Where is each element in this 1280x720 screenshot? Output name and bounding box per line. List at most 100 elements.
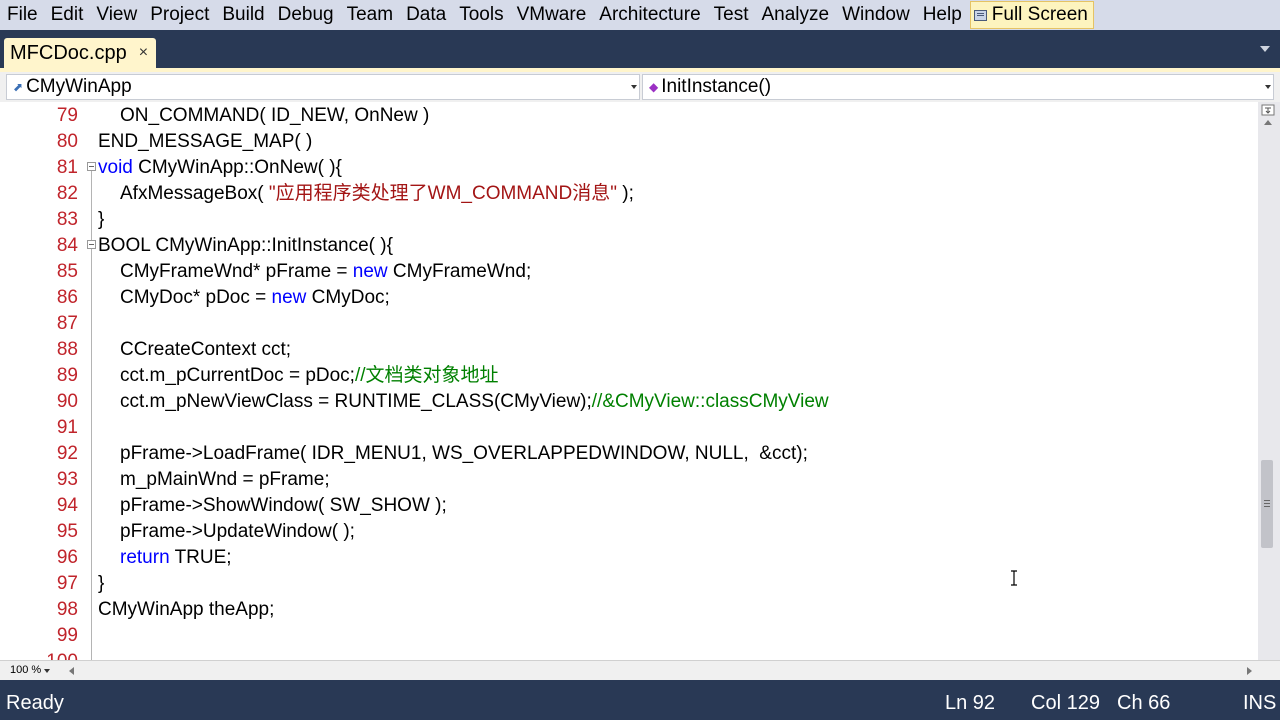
- menu-debug[interactable]: Debug: [271, 0, 340, 30]
- line-number: 95: [56, 521, 78, 542]
- code-line[interactable]: 98 CMyWinApp theApp;: [0, 597, 1258, 623]
- code-text: return TRUE;: [120, 545, 232, 571]
- code-token: m_pMainWnd = pFrame;: [120, 469, 330, 490]
- menu-analyze[interactable]: Analyze: [755, 0, 836, 30]
- code-text: pFrame->LoadFrame( IDR_MENU1, WS_OVERLAP…: [120, 441, 808, 467]
- code-line[interactable]: 82 AfxMessageBox( "应用程序类处理了WM_COMMAND消息" …: [0, 181, 1258, 207]
- menu-project[interactable]: Project: [143, 0, 215, 30]
- code-line[interactable]: 80 END_MESSAGE_MAP( ): [0, 129, 1258, 155]
- zoom-level[interactable]: 100 %: [10, 664, 41, 676]
- code-token: CMyFrameWnd* pFrame =: [120, 261, 353, 282]
- document-tab-strip: MFCDoc.cpp ×: [0, 30, 1280, 70]
- method-icon: ◆: [649, 80, 659, 94]
- member-dropdown[interactable]: ◆ InitInstance(): [642, 74, 1274, 100]
- menu-view[interactable]: View: [89, 0, 143, 30]
- code-token: TRUE;: [169, 547, 232, 568]
- code-text: AfxMessageBox( "应用程序类处理了WM_COMMAND消息" );: [120, 181, 634, 207]
- menu-file[interactable]: File: [0, 0, 44, 30]
- editor-bottom-bar: 100 %: [0, 660, 1280, 681]
- line-number: 89: [56, 365, 78, 386]
- ibeam-cursor-icon: [1011, 570, 1017, 586]
- split-handle-icon[interactable]: [1261, 104, 1275, 116]
- code-token: AfxMessageBox(: [120, 183, 269, 204]
- code-line[interactable]: 89 cct.m_pCurrentDoc = pDoc;//文档类对象地址: [0, 363, 1258, 389]
- code-text: m_pMainWnd = pFrame;: [120, 467, 330, 493]
- menu-help[interactable]: Help: [916, 0, 968, 30]
- code-text: cct.m_pNewViewClass = RUNTIME_CLASS(CMyV…: [120, 389, 829, 415]
- code-token: CMyFrameWnd;: [387, 261, 532, 282]
- status-ready: Ready: [6, 692, 64, 714]
- vertical-scroll-thumb[interactable]: [1261, 460, 1273, 548]
- menu-team[interactable]: Team: [340, 0, 399, 30]
- line-number: 80: [56, 131, 78, 152]
- menu-data[interactable]: Data: [399, 0, 452, 30]
- code-line[interactable]: 96 return TRUE;: [0, 545, 1258, 571]
- collapse-icon[interactable]: [87, 162, 96, 171]
- class-scope-value: CMyWinApp: [26, 76, 132, 97]
- code-token: }: [98, 209, 105, 230]
- menu-test[interactable]: Test: [707, 0, 755, 30]
- code-line[interactable]: 90 cct.m_pNewViewClass = RUNTIME_CLASS(CM…: [0, 389, 1258, 415]
- close-icon[interactable]: ×: [139, 44, 148, 62]
- code-token: CMyWinApp theApp;: [98, 599, 275, 620]
- document-tab-mfcdoc[interactable]: MFCDoc.cpp ×: [4, 38, 157, 68]
- class-scope-dropdown[interactable]: ⬈ CMyWinApp: [6, 74, 640, 100]
- code-token: cct.m_pCurrentDoc = pDoc;: [120, 365, 355, 386]
- status-insert-mode: INS: [1243, 692, 1277, 714]
- full-screen-button[interactable]: Full Screen: [969, 1, 1094, 29]
- zoom-dropdown-arrow-icon[interactable]: [44, 669, 50, 673]
- code-text: BOOL CMyWinApp::InitInstance( ){: [98, 233, 393, 259]
- code-line[interactable]: 99: [0, 623, 1258, 649]
- menu-tools[interactable]: Tools: [452, 0, 509, 30]
- code-line[interactable]: 86 CMyDoc* pDoc = new CMyDoc;: [0, 285, 1258, 311]
- code-token: CMyWinApp::OnNew( ){: [132, 157, 342, 178]
- keyword-token: return: [120, 547, 170, 568]
- menu-edit[interactable]: Edit: [44, 0, 90, 30]
- code-text: }: [98, 571, 104, 597]
- code-line[interactable]: 93 m_pMainWnd = pFrame;: [0, 467, 1258, 493]
- menu-architecture[interactable]: Architecture: [592, 0, 706, 30]
- code-token: ON_COMMAND( ID_NEW, OnNew ): [120, 105, 430, 126]
- collapse-icon[interactable]: [87, 240, 96, 249]
- line-number: 88: [56, 339, 78, 360]
- code-line[interactable]: 87: [0, 311, 1258, 337]
- string-token: "应用程序类处理了WM_COMMAND消息": [268, 183, 617, 204]
- document-tab-label: MFCDoc.cpp: [10, 41, 127, 64]
- code-line[interactable]: 79 ON_COMMAND( ID_NEW, OnNew ): [0, 103, 1258, 129]
- line-number: 93: [56, 469, 78, 490]
- code-line[interactable]: 100: [0, 649, 1258, 660]
- code-line[interactable]: 97}: [0, 571, 1258, 597]
- line-number: 91: [56, 417, 78, 438]
- code-line[interactable]: 94 pFrame->ShowWindow( SW_SHOW );: [0, 493, 1258, 519]
- code-line[interactable]: 88 CCreateContext cct;: [0, 337, 1258, 363]
- code-line[interactable]: 91: [0, 415, 1258, 441]
- code-editor[interactable]: 79 ON_COMMAND( ID_NEW, OnNew ) 80 END_MESSA…: [0, 102, 1258, 660]
- line-number: 92: [56, 443, 78, 464]
- code-line[interactable]: 81 void CMyWinApp::OnNew( ){: [0, 155, 1258, 181]
- status-line: Ln 92: [945, 692, 996, 714]
- code-line[interactable]: 85 CMyFrameWnd* pFrame = new CMyFrameWnd;: [0, 259, 1258, 285]
- class-icon: ⬈: [13, 80, 24, 94]
- navigation-bar: ⬈ CMyWinApp ◆ InitInstance(): [0, 72, 1280, 103]
- code-line[interactable]: 95 pFrame->UpdateWindow( );: [0, 519, 1258, 545]
- scroll-up-arrow-icon[interactable]: [1264, 120, 1272, 125]
- code-line[interactable]: 84 BOOL CMyWinApp::InitInstance( ){: [0, 233, 1258, 259]
- code-line[interactable]: 83}: [0, 207, 1258, 233]
- chevron-down-icon: [1265, 85, 1271, 89]
- code-text: CMyDoc* pDoc = new CMyDoc;: [120, 285, 390, 311]
- scroll-left-arrow-icon[interactable]: [69, 667, 74, 675]
- chevron-down-icon: [631, 85, 637, 89]
- code-token: pFrame->ShowWindow( SW_SHOW );: [120, 495, 447, 516]
- menu-build[interactable]: Build: [215, 0, 270, 30]
- code-line[interactable]: 92 pFrame->LoadFrame( IDR_MENU1, WS_OVERL…: [0, 441, 1258, 467]
- code-text: CMyFrameWnd* pFrame = new CMyFrameWnd;: [120, 259, 531, 285]
- code-text: cct.m_pCurrentDoc = pDoc;//文档类对象地址: [120, 363, 499, 389]
- keyword-token: void: [98, 157, 133, 178]
- code-token: CCreateContext cct;: [120, 339, 292, 360]
- menu-vmware[interactable]: VMware: [510, 0, 593, 30]
- scroll-right-arrow-icon[interactable]: [1247, 667, 1252, 675]
- tab-overflow-chevron-icon[interactable]: [1260, 46, 1270, 52]
- comment-token: //&CMyView::classCMyView: [591, 391, 829, 412]
- menu-window[interactable]: Window: [835, 0, 916, 30]
- vertical-scrollbar[interactable]: [1258, 102, 1280, 660]
